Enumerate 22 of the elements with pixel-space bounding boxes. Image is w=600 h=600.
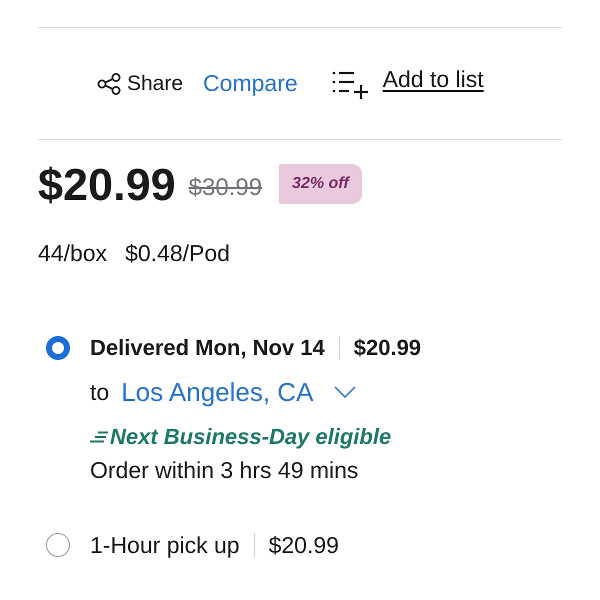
- chevron-down-icon: [334, 386, 356, 398]
- discount-badge: 32% off: [279, 164, 362, 204]
- option-label: Delivered Mon, Nov 14: [90, 334, 325, 362]
- eligibility-text: Next Business-Day eligible: [110, 424, 392, 450]
- list-add-icon: [332, 70, 370, 100]
- location-dropdown[interactable]: Los Angeles, CA: [121, 378, 356, 406]
- radio-button[interactable]: [46, 336, 70, 360]
- share-button[interactable]: Share: [97, 72, 184, 96]
- option-label: 1-Hour pick up: [90, 531, 240, 559]
- add-to-list-button[interactable]: Add to list: [332, 68, 484, 100]
- option-price: $20.99: [354, 334, 422, 362]
- share-icon: [97, 72, 121, 94]
- original-price: $30.99: [188, 174, 262, 202]
- compare-link[interactable]: Compare: [203, 70, 298, 97]
- unit-info-text: $0.48/Pod: [125, 240, 230, 266]
- option-price: $20.99: [268, 531, 339, 559]
- unit-info-text: 44/box: [38, 240, 108, 266]
- radio-button[interactable]: [46, 533, 70, 557]
- destination-prefix: to: [90, 378, 110, 406]
- order-cutoff-text: Order within 3 hrs 49 mins: [90, 457, 360, 483]
- speed-lines-icon: [90, 431, 109, 443]
- current-price: $20.99: [38, 160, 176, 210]
